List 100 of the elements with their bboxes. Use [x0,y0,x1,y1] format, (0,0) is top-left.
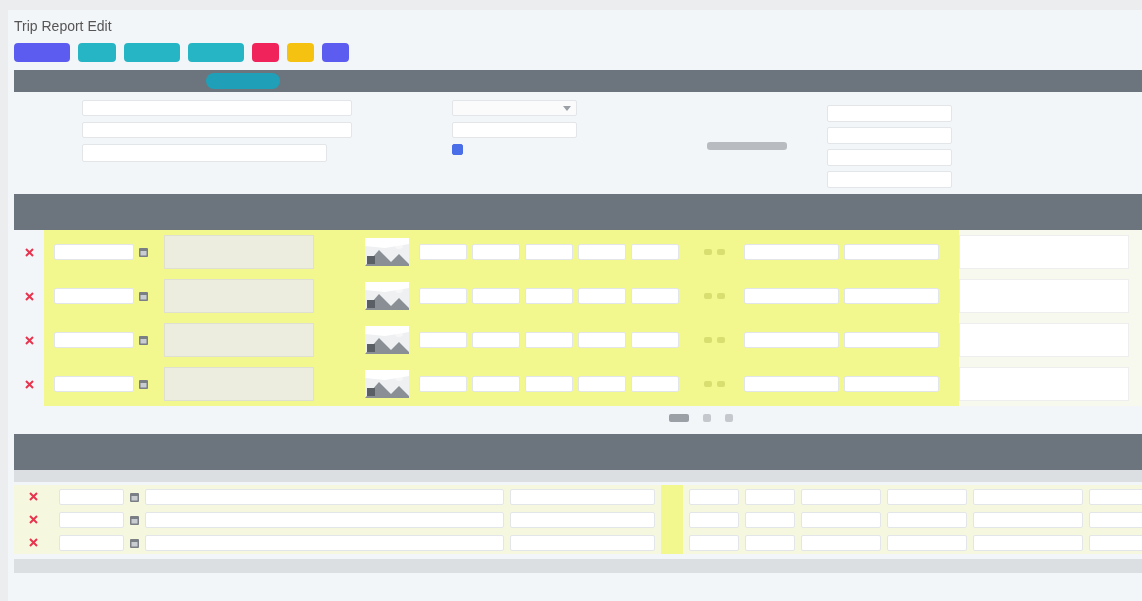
input-field[interactable] [827,104,952,122]
input-field[interactable] [1089,511,1142,528]
input-field[interactable] [801,511,881,528]
number-field[interactable] [578,244,626,260]
input-field[interactable] [801,488,881,505]
toolbar-button[interactable] [188,42,244,62]
delete-icon[interactable] [24,379,34,389]
input-field[interactable] [801,534,881,551]
number-field[interactable] [472,332,520,348]
input-field[interactable] [452,122,577,138]
number-field[interactable] [578,332,626,348]
input-field[interactable] [510,488,656,505]
date-field[interactable] [59,511,125,528]
input-field[interactable] [973,488,1083,505]
toolbar-button[interactable] [124,42,180,62]
input-field[interactable] [827,170,952,188]
input-field[interactable] [844,244,939,260]
delete-icon[interactable] [24,291,34,301]
number-field[interactable] [631,376,679,392]
description-field[interactable] [164,279,314,313]
date-field[interactable] [54,376,134,392]
caret-icon[interactable] [563,106,571,111]
description-field[interactable] [164,235,314,269]
calendar-icon[interactable] [130,537,140,548]
input-field[interactable] [973,511,1083,528]
input-field[interactable] [887,511,967,528]
input-field[interactable] [744,376,839,392]
page-link[interactable] [725,414,733,422]
input-field[interactable] [887,534,967,551]
number-field[interactable] [472,244,520,260]
input-field[interactable] [510,511,656,528]
number-field[interactable] [631,288,679,304]
toolbar-button[interactable] [322,42,349,62]
date-field[interactable] [54,244,134,260]
number-field[interactable] [419,244,467,260]
calendar-icon[interactable] [130,491,140,502]
input-field[interactable] [745,488,795,505]
date-field[interactable] [59,534,125,551]
select-field[interactable] [452,100,577,116]
comment-field[interactable] [959,367,1129,401]
input-field[interactable] [689,534,739,551]
comment-field[interactable] [959,279,1129,313]
description-field[interactable] [145,488,505,505]
date-field[interactable] [54,332,134,348]
comment-field[interactable] [959,235,1129,269]
toolbar-button[interactable] [78,42,116,62]
checkbox[interactable] [452,144,463,155]
delete-icon[interactable] [29,515,39,524]
number-field[interactable] [419,332,467,348]
input-field[interactable] [744,288,839,304]
calendar-icon[interactable] [130,514,140,525]
number-field[interactable] [525,332,573,348]
date-field[interactable] [54,288,134,304]
note-field[interactable] [82,144,327,162]
input-field[interactable] [973,534,1083,551]
number-field[interactable] [525,376,573,392]
input-field[interactable] [82,122,352,138]
number-field[interactable] [525,244,573,260]
comment-field[interactable] [959,323,1129,357]
number-field[interactable] [631,244,679,260]
number-field[interactable] [578,376,626,392]
input-field[interactable] [887,488,967,505]
input-field[interactable] [745,511,795,528]
description-field[interactable] [145,511,505,528]
input-field[interactable] [1089,488,1142,505]
input-field[interactable] [689,488,739,505]
input-field[interactable] [1089,534,1142,551]
input-field[interactable] [844,332,939,348]
input-field[interactable] [844,288,939,304]
toolbar-button[interactable] [14,42,70,62]
calendar-icon[interactable] [139,379,148,389]
delete-icon[interactable] [24,247,34,257]
page-link[interactable] [703,414,711,422]
input-field[interactable] [827,126,952,144]
number-field[interactable] [525,288,573,304]
input-field[interactable] [744,244,839,260]
toolbar-button[interactable] [252,42,279,62]
tab-pill[interactable] [206,73,280,89]
input-field[interactable] [745,534,795,551]
calendar-icon[interactable] [139,291,148,301]
input-field[interactable] [689,511,739,528]
number-field[interactable] [419,376,467,392]
page-link[interactable] [669,414,689,422]
number-field[interactable] [472,288,520,304]
number-field[interactable] [419,288,467,304]
description-field[interactable] [145,534,505,551]
delete-icon[interactable] [29,492,39,501]
description-field[interactable] [164,367,314,401]
number-field[interactable] [578,288,626,304]
input-field[interactable] [744,332,839,348]
calendar-icon[interactable] [139,335,148,345]
delete-icon[interactable] [24,335,34,345]
number-field[interactable] [472,376,520,392]
date-field[interactable] [59,488,125,505]
input-field[interactable] [510,534,656,551]
input-field[interactable] [827,148,952,166]
input-field[interactable] [844,376,939,392]
description-field[interactable] [164,323,314,357]
delete-icon[interactable] [29,538,39,547]
number-field[interactable] [631,332,679,348]
